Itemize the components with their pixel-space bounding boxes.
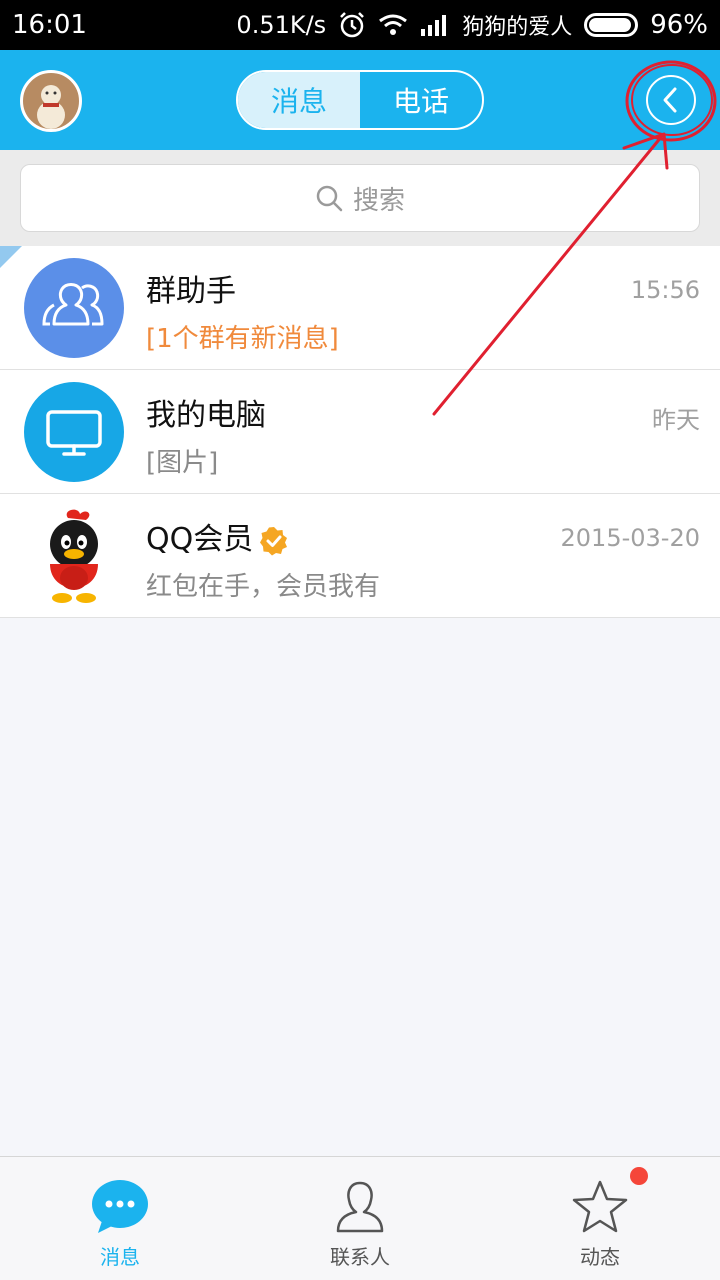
alarm-icon bbox=[340, 12, 365, 38]
search-placeholder: 搜索 bbox=[352, 185, 405, 216]
conversation-time: 昨天 bbox=[652, 406, 700, 434]
conversation-title: 我的电脑 bbox=[146, 398, 266, 433]
carrier-name: 狗狗的爱人 bbox=[462, 15, 573, 40]
group-icon bbox=[24, 258, 124, 358]
search-area: 搜索 bbox=[0, 150, 720, 246]
tabbar-label: 动态 bbox=[580, 1245, 620, 1269]
conversation-list: 群助手 [1个群有新消息] 15:56 我的电脑 [图片] 昨天 QQ会员 红包… bbox=[0, 246, 720, 618]
network-speed: 0.51K/s bbox=[236, 11, 327, 39]
wifi-icon bbox=[379, 14, 408, 35]
monitor-icon bbox=[24, 382, 124, 482]
message-call-switch: 消息 电话 bbox=[236, 70, 484, 130]
conversation-title: 群助手 bbox=[146, 274, 236, 309]
bottom-tab-bar: 消息 联系人 动态 bbox=[0, 1156, 720, 1280]
snowman-avatar-image bbox=[37, 85, 65, 129]
tabbar-feed[interactable]: 动态 bbox=[480, 1157, 720, 1280]
conversation-time: 2015-03-20 bbox=[560, 524, 700, 552]
qq-penguin-icon bbox=[24, 506, 124, 606]
avatar[interactable] bbox=[20, 70, 82, 132]
battery-percent: 96% bbox=[650, 10, 708, 40]
list-item-group-assistant[interactable]: 群助手 [1个群有新消息] 15:56 bbox=[0, 246, 720, 370]
tab-calls[interactable]: 电话 bbox=[360, 72, 482, 128]
verified-badge-icon bbox=[260, 526, 288, 555]
list-item-my-computer[interactable]: 我的电脑 [图片] 昨天 bbox=[0, 370, 720, 494]
conversation-title: QQ会员 bbox=[146, 514, 289, 558]
conversation-preview: [1个群有新消息] bbox=[146, 324, 339, 354]
battery-icon bbox=[584, 13, 639, 37]
tabbar-label: 联系人 bbox=[330, 1245, 390, 1269]
signal-icon bbox=[421, 15, 447, 36]
chat-bubble-icon bbox=[92, 1180, 148, 1233]
conversation-preview: [图片] bbox=[146, 448, 219, 478]
pinned-marker bbox=[0, 246, 22, 268]
status-time: 16:01 bbox=[12, 10, 87, 40]
status-bar: 16:01 0.51K/s 狗狗的爱人 96% bbox=[0, 0, 720, 50]
tabbar-label: 消息 bbox=[100, 1245, 140, 1269]
battery-fill bbox=[589, 18, 632, 32]
person-icon bbox=[336, 1181, 384, 1233]
back-button[interactable] bbox=[646, 75, 696, 125]
star-icon bbox=[572, 1180, 628, 1233]
conversation-preview: 红包在手，会员我有 bbox=[146, 572, 381, 602]
conversation-title-text: QQ会员 bbox=[146, 522, 254, 557]
status-right: 0.51K/s 狗狗的爱人 96% bbox=[236, 9, 708, 41]
conversation-time: 15:56 bbox=[630, 276, 700, 304]
tabbar-messages[interactable]: 消息 bbox=[0, 1157, 240, 1280]
list-item-qq-vip[interactable]: QQ会员 红包在手，会员我有 2015-03-20 bbox=[0, 494, 720, 618]
notification-badge bbox=[630, 1167, 648, 1185]
search-icon bbox=[316, 185, 343, 212]
tab-messages[interactable]: 消息 bbox=[238, 72, 360, 128]
search-input[interactable]: 搜索 bbox=[20, 164, 700, 232]
tabbar-contacts[interactable]: 联系人 bbox=[240, 1157, 480, 1280]
chevron-left-icon bbox=[663, 87, 677, 113]
app-header: 消息 电话 bbox=[0, 50, 720, 150]
